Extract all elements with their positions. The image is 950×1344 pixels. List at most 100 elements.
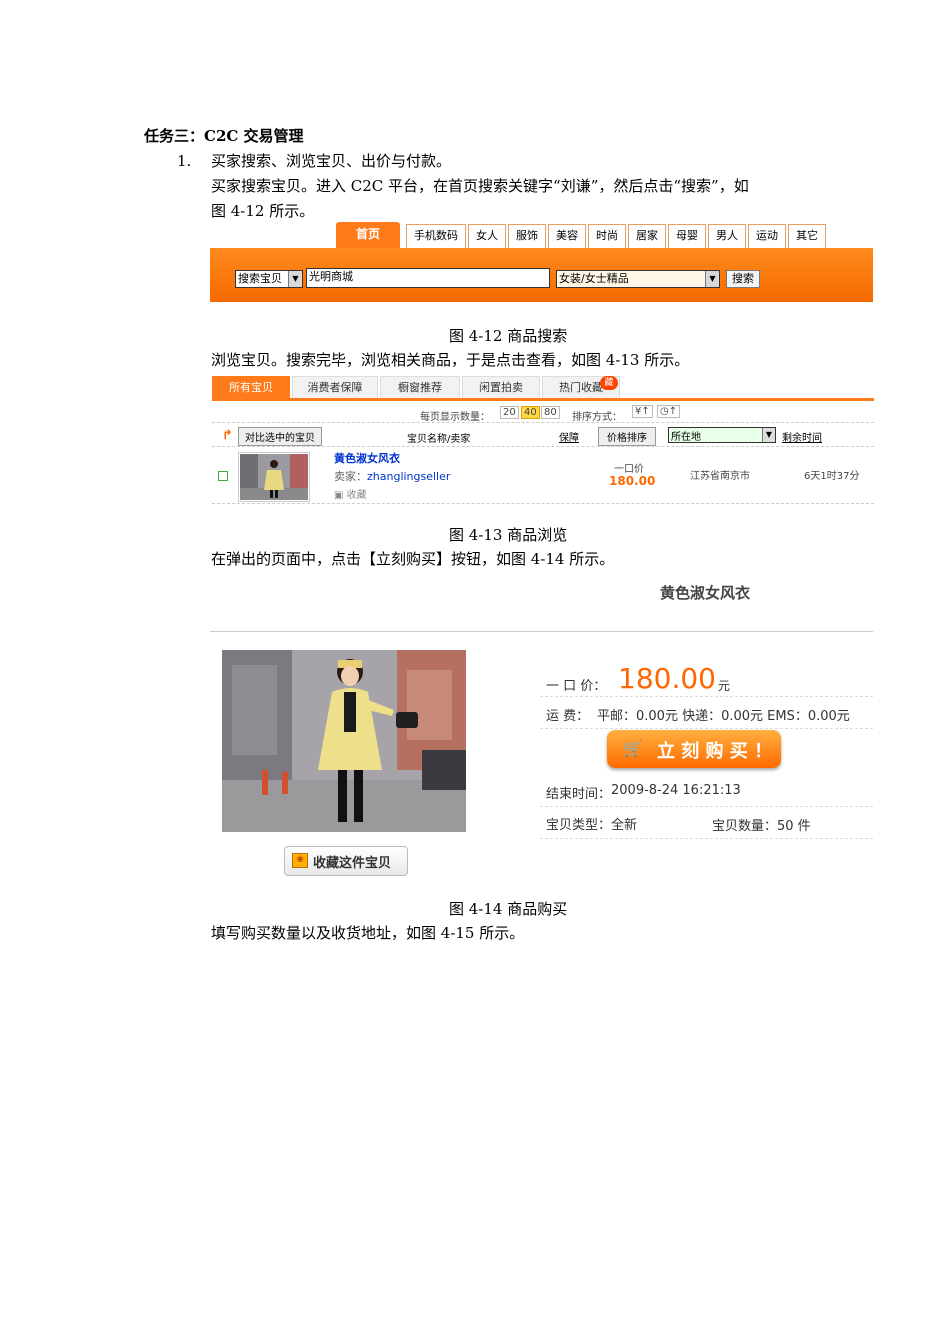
item-favorite[interactable]: ▣ 收藏 — [334, 486, 367, 501]
shipping-value: 平邮：0.00元 快递：0.00元 EMS：0.00元 — [597, 709, 850, 724]
end-time-value: 2009-8-24 16:21:13 — [611, 783, 741, 798]
add-favorite-label: 收藏这件宝贝 — [313, 856, 392, 871]
figure-product-search: 首页 手机数码 女人 服饰 美容 时尚 居家 母婴 男人 运动 其它 搜索宝贝 … — [210, 222, 873, 302]
item-type-value: 全新 — [611, 818, 638, 833]
per-page-40[interactable]: 40 — [521, 406, 540, 419]
seller-link[interactable]: zhanglingseller — [367, 470, 450, 483]
seller-label: 卖家： — [334, 470, 367, 483]
sort-time-icon[interactable]: ◷↑ — [657, 405, 681, 418]
product-title: 黄色淑女风衣 — [660, 584, 751, 602]
paragraph: 浏览宝贝。搜索完毕，浏览相关商品，于是点击查看，如图 4-13 所示。 — [211, 351, 690, 369]
item-price-label: 一口价 — [614, 464, 644, 475]
tab-sports[interactable]: 运动 — [748, 224, 786, 249]
tab-idle-auction[interactable]: 闲置拍卖 — [462, 376, 540, 399]
price-label: 一 口 价： — [546, 679, 607, 694]
compare-button[interactable]: 对比选中的宝贝 — [238, 427, 322, 446]
price-unit: 元 — [718, 679, 731, 693]
divider — [540, 696, 873, 697]
item-thumbnail[interactable] — [238, 452, 310, 502]
tab-underline — [212, 398, 874, 401]
item-qty-value: 50 件 — [777, 819, 811, 834]
item-time-left: 6天1时37分 — [804, 471, 860, 482]
tab-all-items[interactable]: 所有宝贝 — [212, 376, 290, 399]
chevron-down-icon: ▼ — [762, 428, 775, 442]
sort-label: 排序方式： — [572, 412, 622, 423]
item-checkbox[interactable] — [218, 471, 228, 481]
tab-clothing[interactable]: 服饰 — [508, 224, 546, 249]
column-header-time[interactable]: 剩余时间 — [782, 429, 822, 444]
item-price: 180.00 — [609, 474, 656, 488]
list-item-text: 买家搜索、浏览宝贝、出价与付款。 — [211, 152, 452, 170]
category-value: 女装/女士精品 — [559, 272, 629, 285]
tab-window-recommend[interactable]: 橱窗推荐 — [380, 376, 460, 399]
paragraph: 填写购买数量以及收货地址，如图 4-15 所示。 — [211, 924, 525, 942]
shipping-label: 运 费： — [546, 709, 590, 724]
price-sort-button[interactable]: 价格排序 — [598, 427, 656, 446]
tab-home[interactable]: 首页 — [336, 222, 400, 248]
figure-product-buy: 黄色淑女风衣 一 口 价： 180.00 元 运 费： 平邮：0.00元 快递：… — [210, 580, 873, 880]
search-type-value: 搜索宝贝 — [238, 272, 282, 285]
cart-icon: 🛒 — [623, 739, 643, 758]
search-bar: 搜索宝贝 ▼ 光明商城 女装/女士精品 ▼ 搜索 — [210, 248, 873, 302]
per-page-20[interactable]: 20 — [500, 406, 519, 419]
buy-now-button[interactable]: 🛒 立 刻 购 买 ！ — [607, 730, 781, 768]
search-input-value: 光明商城 — [309, 270, 353, 283]
tab-fashion[interactable]: 时尚 — [588, 224, 626, 249]
paragraph: 在弹出的页面中，点击【立刻购买】按钮，如图 4-14 所示。 — [211, 550, 615, 568]
list-number: 1. — [177, 152, 192, 170]
divider — [540, 728, 873, 729]
divider — [212, 422, 874, 423]
column-header-guarantee[interactable]: 保障 — [559, 429, 579, 444]
figure-product-browse: 所有宝贝 消费者保障 橱窗推荐 闲置拍卖 热门收藏 藏 每页显示数量： 20 4… — [212, 376, 874, 506]
per-page-80[interactable]: 80 — [541, 406, 560, 419]
tab-men[interactable]: 男人 — [708, 224, 746, 249]
tab-digital[interactable]: 手机数码 — [406, 224, 466, 249]
hot-badge: 藏 — [600, 376, 618, 390]
chevron-down-icon: ▼ — [288, 271, 302, 287]
section-heading: 任务三：C2C 交易管理 — [144, 127, 304, 145]
per-page-label: 每页显示数量： — [420, 412, 490, 423]
item-seller: 卖家：zhanglingseller — [334, 468, 450, 484]
product-photo — [222, 650, 466, 832]
tab-beauty[interactable]: 美容 — [548, 224, 586, 249]
end-time-label: 结束时间： — [546, 787, 612, 802]
item-location: 江苏省南京市 — [690, 471, 750, 482]
divider — [212, 503, 874, 504]
item-qty-label: 宝贝数量： — [712, 819, 778, 834]
paragraph-line: 图 4-12 所示。 — [211, 202, 315, 220]
search-button[interactable]: 搜索 — [726, 270, 760, 288]
favorite-label: 收藏 — [346, 490, 367, 501]
item-title-link[interactable]: 黄色淑女风衣 — [334, 450, 400, 466]
figure-caption: 图 4-12 商品搜索 — [449, 327, 568, 345]
tab-other[interactable]: 其它 — [788, 224, 826, 249]
figure-caption: 图 4-14 商品购买 — [449, 900, 568, 918]
location-select-value: 所在地 — [671, 432, 701, 443]
sort-price-icon[interactable]: ¥↑ — [632, 405, 653, 418]
figure-caption: 图 4-13 商品浏览 — [449, 526, 568, 544]
search-input[interactable]: 光明商城 — [306, 268, 550, 288]
search-type-select[interactable]: 搜索宝贝 ▼ — [235, 270, 303, 288]
add-favorite-button[interactable]: ❀ 收藏这件宝贝 — [284, 846, 408, 876]
tab-consumer-guarantee[interactable]: 消费者保障 — [292, 376, 378, 399]
arrow-icon: ↱ — [222, 428, 233, 443]
item-type-label: 宝贝类型： — [546, 818, 612, 833]
product-image[interactable] — [222, 650, 466, 832]
divider — [540, 838, 873, 839]
divider — [210, 631, 873, 632]
paragraph-line: 买家搜索宝贝。进入 C2C 平台，在首页搜索关键字“刘谦”，然后点击“搜索”，如 — [211, 177, 749, 195]
favorite-icon: ▣ — [334, 490, 347, 501]
location-select[interactable]: 所在地 ▼ — [668, 427, 776, 443]
category-tabs: 首页 手机数码 女人 服饰 美容 时尚 居家 母婴 男人 运动 其它 — [336, 222, 828, 249]
chevron-down-icon: ▼ — [705, 271, 719, 287]
tab-women[interactable]: 女人 — [468, 224, 506, 249]
column-header-name: 宝贝名称/卖家 — [407, 434, 471, 445]
divider — [212, 446, 874, 447]
product-photo-thumb — [240, 454, 308, 500]
divider — [540, 806, 873, 807]
category-select[interactable]: 女装/女士精品 ▼ — [556, 270, 720, 288]
buy-now-label: 立 刻 购 买 ！ — [657, 741, 773, 762]
price-value: 180.00 — [618, 662, 716, 695]
tab-baby[interactable]: 母婴 — [668, 224, 706, 249]
favorite-icon: ❀ — [292, 853, 308, 868]
tab-home-living[interactable]: 居家 — [628, 224, 666, 249]
